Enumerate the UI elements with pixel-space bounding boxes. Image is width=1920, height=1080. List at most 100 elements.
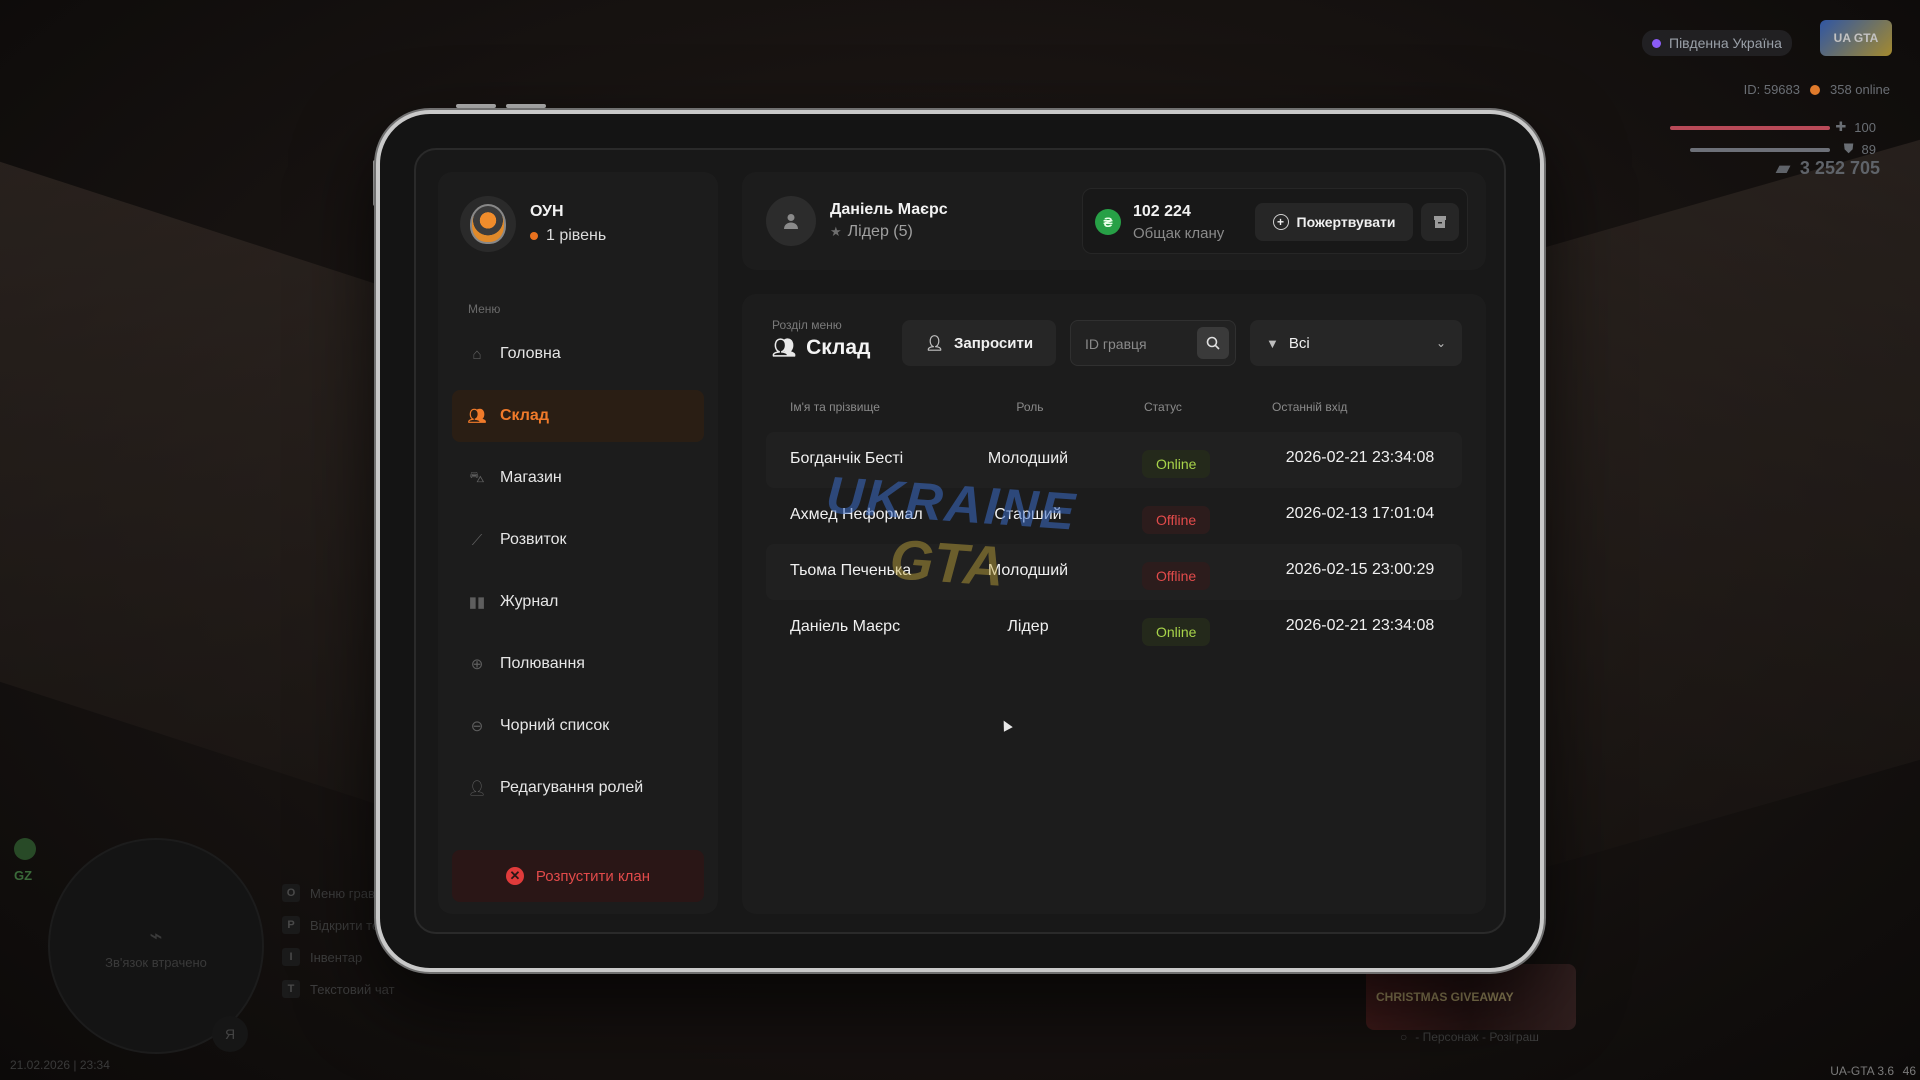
star-icon: ★ bbox=[830, 224, 842, 239]
member-role: Лідер bbox=[1007, 618, 1049, 635]
menu-item-blacklist[interactable]: ⊖ Чорний список bbox=[452, 700, 704, 752]
archive-icon bbox=[1434, 216, 1446, 228]
menu-item-label: Склад bbox=[500, 407, 549, 424]
home-icon: ⌂ bbox=[472, 345, 482, 363]
cash-icon: ▰ bbox=[1776, 158, 1790, 178]
member-name: Ахмед Неформал bbox=[790, 506, 923, 523]
server-badge: Південна Україна bbox=[1642, 30, 1792, 56]
health-value: ✚ 100 bbox=[1835, 119, 1876, 135]
bank-amount: 102 224 bbox=[1133, 203, 1191, 220]
hryvnia-icon: ₴ bbox=[1095, 209, 1121, 235]
gangzone-label: GZ bbox=[14, 868, 33, 883]
background-wall-left bbox=[0, 161, 420, 819]
fps-counter: 46 bbox=[1902, 1064, 1916, 1078]
clan-sidebar: ОУН 1 рівень Меню ⌂ Головна 👥︎ Склад ⛍ М… bbox=[438, 172, 718, 914]
bank-history-button[interactable] bbox=[1421, 203, 1459, 241]
health-number: 100 bbox=[1854, 119, 1876, 135]
bank-label: Общак клану bbox=[1133, 225, 1225, 242]
member-name: Богданчік Бесті bbox=[790, 450, 904, 467]
clan-emblem-icon bbox=[470, 204, 506, 244]
close-circle-icon: ✕ bbox=[505, 867, 524, 885]
giveaway-caption: ○ - Персонаж - Розіграш bbox=[1400, 1030, 1539, 1044]
table-row[interactable]: Тьома Печенька Молодший Offline 2026-02-… bbox=[766, 544, 1462, 600]
clan-level-text: 1 рівень bbox=[546, 227, 607, 244]
player-id: ID: 59683 bbox=[1743, 82, 1800, 97]
user-plus-icon: 👤︎ bbox=[924, 335, 944, 352]
hint-chat: T Текстовий чат bbox=[282, 980, 419, 998]
members-panel: Розділ меню 👥︎ Склад 👤︎ Запросити ▼ Всі … bbox=[742, 294, 1486, 914]
minimap-status: Зв'язок втрачено bbox=[105, 954, 207, 970]
hint-key: T bbox=[282, 980, 300, 998]
tablet-screen: ОУН 1 рівень Меню ⌂ Головна 👥︎ Склад ⛍ М… bbox=[414, 148, 1506, 934]
menu-item-label: Журнал bbox=[500, 593, 559, 610]
player-id-input[interactable] bbox=[1085, 333, 1195, 355]
server-icon bbox=[1652, 38, 1661, 48]
invite-button[interactable]: 👤︎ Запросити bbox=[902, 320, 1056, 366]
background-floor bbox=[520, 960, 1420, 1080]
user-role: ★ Лідер (5) bbox=[830, 223, 948, 241]
menu-item-label: Розвиток bbox=[500, 531, 567, 548]
shield-icon: ⛊ bbox=[1843, 141, 1854, 156]
mic-key: Я bbox=[224, 1026, 236, 1042]
health-bar bbox=[1670, 126, 1830, 130]
clan-level: 1 рівень bbox=[530, 227, 606, 245]
member-name: Даніель Маєрс bbox=[790, 618, 901, 635]
donate-button[interactable]: + Пожертвувати bbox=[1255, 203, 1413, 241]
last-login: 2026-02-15 23:00:29 bbox=[1285, 561, 1435, 578]
hint-key: O bbox=[282, 884, 300, 902]
tablet-volume-button bbox=[456, 104, 496, 108]
menu-item-edit-roles[interactable]: 👤︎ Редагування ролей bbox=[452, 762, 704, 814]
status-badge: Online bbox=[1142, 618, 1211, 646]
status-badge: Online bbox=[1142, 450, 1211, 478]
members-table: Богданчік Бесті Молодший Online 2026-02-… bbox=[766, 432, 1462, 656]
hint-label: Текстовий чат bbox=[310, 981, 395, 997]
money-display: ▰ 3 252 705 bbox=[1776, 158, 1880, 179]
clan-bank: ₴ 102 224 Общак клану + Пожертвувати bbox=[1082, 188, 1468, 254]
gangzone-icon bbox=[14, 838, 36, 860]
server-name: Південна Україна bbox=[1669, 35, 1782, 51]
user-icon bbox=[784, 214, 798, 229]
menu-item-home[interactable]: ⌂ Головна bbox=[452, 328, 704, 380]
menu-item-development[interactable]: ⟋ Розвиток bbox=[452, 514, 704, 566]
disband-label: Розпустити клан bbox=[535, 867, 651, 885]
last-login: 2026-02-13 17:01:04 bbox=[1285, 505, 1435, 522]
online-count: 358 online bbox=[1830, 82, 1890, 97]
member-role: Молодший bbox=[987, 450, 1069, 467]
table-row[interactable]: Ахмед Неформал Старший Offline 2026-02-1… bbox=[766, 488, 1462, 544]
menu-item-shop[interactable]: ⛍ Магазин bbox=[452, 452, 704, 504]
armor-value: ⛊ 89 bbox=[1844, 141, 1876, 157]
search-button[interactable] bbox=[1197, 327, 1229, 359]
online-icon bbox=[1810, 84, 1820, 95]
menu-caption: Меню bbox=[468, 302, 501, 316]
members-icon: 👥︎ bbox=[467, 408, 487, 425]
member-name: Тьома Печенька bbox=[790, 562, 912, 579]
table-row[interactable]: Богданчік Бесті Молодший Online 2026-02-… bbox=[766, 432, 1462, 488]
crosshair-icon: ⊕ bbox=[470, 656, 484, 673]
menu-item-label: Редагування ролей bbox=[500, 779, 644, 796]
member-role: Молодший bbox=[987, 562, 1069, 579]
menu-item-label: Полювання bbox=[500, 655, 585, 672]
search-icon bbox=[1206, 336, 1220, 350]
table-row[interactable]: Даніель Маєрс Лідер Online 2026-02-21 23… bbox=[766, 600, 1462, 656]
giveaway-title: CHRISTMAS GIVEAWAY bbox=[1376, 990, 1514, 1004]
table-header: Ім'я та прізвище Роль Статус Останній вх… bbox=[742, 400, 1486, 418]
tablet-frame: ОУН 1 рівень Меню ⌂ Головна 👥︎ Склад ⛍ М… bbox=[376, 110, 1544, 972]
user-panel: Даніель Маєрс ★ Лідер (5) ₴ 102 224 Общак… bbox=[742, 172, 1486, 270]
menu-item-members[interactable]: 👥︎ Склад bbox=[452, 390, 704, 442]
menu-item-hunting[interactable]: ⊕ Полювання bbox=[452, 638, 704, 690]
chevron-down-icon: ⌄ bbox=[1435, 336, 1446, 350]
money-amount: 3 252 705 bbox=[1799, 158, 1880, 178]
menu-item-label: Магазин bbox=[500, 469, 562, 486]
user-name: Даніель Маєрс bbox=[830, 201, 948, 218]
filter-value: Всі bbox=[1288, 334, 1310, 352]
menu-item-journal[interactable]: ▮▮ Журнал bbox=[452, 576, 704, 628]
status-filter-dropdown[interactable]: ▼ Всі ⌄ bbox=[1250, 320, 1462, 366]
hint-key: I bbox=[282, 948, 300, 966]
player-stats: ID: 59683 358 online bbox=[1744, 82, 1890, 97]
giveaway-banner[interactable]: CHRISTMAS GIVEAWAY bbox=[1366, 964, 1576, 1030]
menu-item-label: Головна bbox=[500, 345, 561, 362]
game-version: UA-GTA 3.6 bbox=[1830, 1064, 1894, 1078]
armor-bar bbox=[1690, 148, 1830, 152]
disband-clan-button[interactable]: ✕ Розпустити клан bbox=[452, 850, 704, 902]
invite-label: Запросити bbox=[953, 334, 1034, 352]
